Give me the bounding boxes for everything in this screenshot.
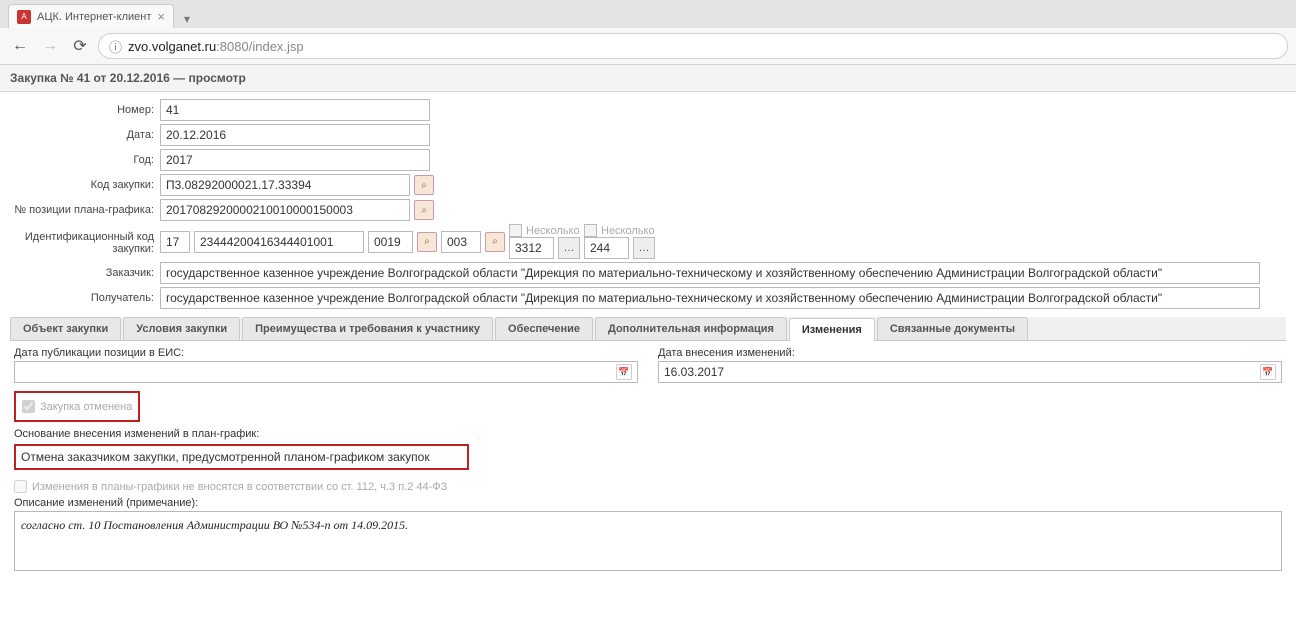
poluchatel-field[interactable] bbox=[160, 287, 1260, 309]
forward-button[interactable]: → bbox=[38, 34, 62, 58]
pub-date-field[interactable]: 📅 bbox=[14, 361, 638, 383]
url-host: zvo.volganet.ru bbox=[128, 39, 216, 54]
close-icon[interactable]: × bbox=[157, 9, 165, 24]
poz-plan-field[interactable] bbox=[160, 199, 410, 221]
desc-field[interactable]: согласно ст. 10 Постановления Администра… bbox=[14, 511, 1282, 571]
data-field[interactable] bbox=[160, 124, 430, 146]
ikz-label: Идентификационный код закупки: bbox=[10, 231, 160, 259]
zakazchik-label: Заказчик: bbox=[10, 267, 160, 279]
form-area: Номер: Дата: Год: Код закупки: ⌕ № позиц… bbox=[0, 92, 1296, 581]
god-label: Год: bbox=[10, 154, 160, 166]
chg-date-label: Дата внесения изменений: bbox=[658, 347, 1282, 359]
checkbox-disabled bbox=[509, 224, 522, 237]
kod-zakupki-field[interactable] bbox=[160, 174, 410, 196]
url-port: :8080 bbox=[216, 39, 249, 54]
lookup-icon[interactable]: ⌕ bbox=[414, 175, 434, 195]
checkbox-disabled bbox=[584, 224, 597, 237]
chg-date-field[interactable]: 16.03.2017 📅 bbox=[658, 361, 1282, 383]
address-bar[interactable]: ⓘ zvo.volganet.ru:8080/index.jsp bbox=[98, 33, 1288, 59]
tab-additional[interactable]: Дополнительная информация bbox=[595, 317, 787, 340]
data-label: Дата: bbox=[10, 129, 160, 141]
browser-tab[interactable]: А АЦК. Интернет-клиент × bbox=[8, 4, 174, 28]
nomer-label: Номер: bbox=[10, 104, 160, 116]
ikz-field-1[interactable] bbox=[160, 231, 190, 253]
tab-requirements[interactable]: Преимущества и требования к участнику bbox=[242, 317, 493, 340]
cancelled-checkbox bbox=[22, 400, 35, 413]
tab-conditions[interactable]: Условия закупки bbox=[123, 317, 240, 340]
lookup-icon[interactable]: ⌕ bbox=[417, 232, 437, 252]
ikz-field-6[interactable] bbox=[584, 237, 629, 259]
favicon-icon: А bbox=[17, 10, 31, 24]
tab-strip: Объект закупки Условия закупки Преимущес… bbox=[10, 317, 1286, 341]
desc-label: Описание изменений (примечание): bbox=[14, 497, 1282, 509]
pub-date-label: Дата публикации позиции в ЕИС: bbox=[14, 347, 638, 359]
ikz-field-3[interactable] bbox=[368, 231, 413, 253]
plan-not-changed-checkbox bbox=[14, 480, 27, 493]
browser-chrome: А АЦК. Интернет-клиент × ▾ ← → ⟳ ⓘ zvo.v… bbox=[0, 0, 1296, 65]
back-button[interactable]: ← bbox=[8, 34, 32, 58]
lookup-icon[interactable]: ⌕ bbox=[485, 232, 505, 252]
neskolko-label: Несколько bbox=[601, 225, 655, 237]
lookup-icon[interactable]: ⌕ bbox=[414, 200, 434, 220]
reload-button[interactable]: ⟳ bbox=[68, 34, 92, 58]
poz-plan-label: № позиции плана-графика: bbox=[10, 204, 160, 216]
chg-date-value: 16.03.2017 bbox=[664, 365, 724, 379]
zakazchik-field[interactable] bbox=[160, 262, 1260, 284]
god-field[interactable] bbox=[160, 149, 430, 171]
more-button[interactable]: … bbox=[558, 237, 580, 259]
ikz-field-5[interactable] bbox=[509, 237, 554, 259]
url-path: /index.jsp bbox=[249, 39, 304, 54]
plan-not-changed-label: Изменения в планы-графики не вносятся в … bbox=[32, 481, 447, 493]
tab-object[interactable]: Объект закупки bbox=[10, 317, 121, 340]
osnovanie-label: Основание внесения изменений в план-граф… bbox=[14, 428, 1282, 440]
url-bar: ← → ⟳ ⓘ zvo.volganet.ru:8080/index.jsp bbox=[0, 28, 1296, 64]
tab-changes[interactable]: Изменения bbox=[789, 318, 875, 341]
cancelled-label: Закупка отменена bbox=[40, 401, 132, 413]
more-button[interactable]: … bbox=[633, 237, 655, 259]
new-tab-button[interactable]: ▾ bbox=[178, 10, 196, 28]
tab-bar: А АЦК. Интернет-клиент × ▾ bbox=[0, 0, 1296, 28]
nomer-field[interactable] bbox=[160, 99, 430, 121]
calendar-icon[interactable]: 📅 bbox=[1260, 364, 1276, 380]
ikz-field-2[interactable] bbox=[194, 231, 364, 253]
info-icon: ⓘ bbox=[109, 37, 122, 56]
neskolko-label: Несколько bbox=[526, 225, 580, 237]
poluchatel-label: Получатель: bbox=[10, 292, 160, 304]
ikz-field-4[interactable] bbox=[441, 231, 481, 253]
calendar-icon[interactable]: 📅 bbox=[616, 364, 632, 380]
osnovanie-highlight bbox=[14, 444, 469, 470]
tab-changes-content: Дата публикации позиции в ЕИС: 📅 Дата вн… bbox=[10, 341, 1286, 577]
osnovanie-field[interactable] bbox=[16, 446, 467, 468]
tab-title: АЦК. Интернет-клиент bbox=[37, 11, 151, 23]
tab-security[interactable]: Обеспечение bbox=[495, 317, 593, 340]
page-title: Закупка № 41 от 20.12.2016 — просмотр bbox=[0, 65, 1296, 92]
cancelled-highlight: Закупка отменена bbox=[14, 391, 140, 422]
tab-related-docs[interactable]: Связанные документы bbox=[877, 317, 1028, 340]
kod-zakupki-label: Код закупки: bbox=[10, 179, 160, 191]
